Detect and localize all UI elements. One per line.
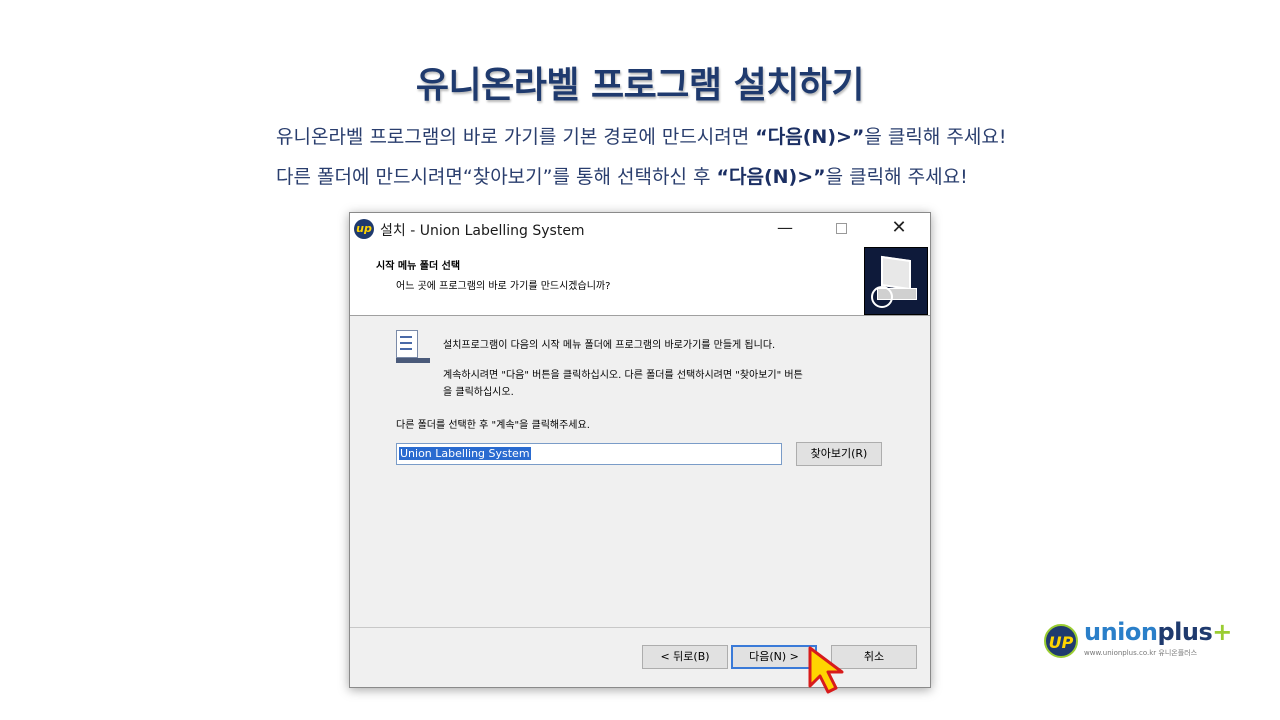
logo-url: www.unionplus.co.kr 유니온플러스 bbox=[1084, 649, 1198, 657]
installer-window: up 설치 - Union Labelling System — ✕ 시작 메뉴… bbox=[349, 212, 931, 688]
info-text-1: 설치프로그램이 다음의 시작 메뉴 폴더에 프로그램의 바로가기를 만들게 됩니… bbox=[443, 340, 776, 351]
company-logo: UP unionplus+ www.unionplus.co.kr 유니온플러스 bbox=[1044, 618, 1234, 668]
instruction-1-emphasis: “다음(N)>” bbox=[755, 126, 865, 148]
setup-computer-icon bbox=[864, 247, 928, 315]
browse-button[interactable]: 찾아보기(R) bbox=[796, 442, 882, 466]
instruction-2-text: 다른 폴더에 만드시려면“찾아보기”를 통해 선택하신 후 bbox=[276, 166, 717, 188]
window-title: 설치 - Union Labelling System bbox=[380, 223, 585, 239]
folder-input-value: Union Labelling System bbox=[399, 447, 531, 460]
maximize-button[interactable] bbox=[818, 213, 864, 245]
instruction-line-1: 유니온라벨 프로그램의 바로 가기를 기본 경로에 만드시려면 “다음(N)>”… bbox=[276, 122, 1006, 149]
logo-word-plus: plus bbox=[1157, 618, 1213, 646]
logo-wordmark: unionplus+ bbox=[1084, 618, 1232, 646]
instruction-1-text: 유니온라벨 프로그램의 바로 가기를 기본 경로에 만드시려면 bbox=[276, 126, 756, 148]
wizard-header: 시작 메뉴 폴더 선택 어느 곳에 프로그램의 바로 가기를 만드시겠습니까? bbox=[350, 245, 930, 316]
maximize-icon bbox=[835, 223, 847, 234]
info-text-3: 을 클릭하십시오. bbox=[443, 387, 514, 398]
info-text-4: 다른 폴더를 선택한 후 "계속"을 클릭해주세요. bbox=[396, 420, 590, 431]
instruction-2-tail: 을 클릭해 주세요! bbox=[825, 166, 968, 188]
info-text-2: 계속하시려면 "다음" 버튼을 클릭하십시오. 다른 폴더를 선택하시려면 "찾… bbox=[443, 370, 803, 381]
wizard-step-subtitle: 어느 곳에 프로그램의 바로 가기를 만드시겠습니까? bbox=[396, 281, 611, 292]
pointer-cursor-icon bbox=[808, 646, 844, 694]
logo-plus-sign: + bbox=[1212, 618, 1232, 646]
instruction-line-2: 다른 폴더에 만드시려면“찾아보기”를 통해 선택하신 후 “다음(N)>”을 … bbox=[276, 162, 968, 189]
instruction-2-emphasis: “다음(N)>” bbox=[716, 166, 826, 188]
wizard-content: 설치프로그램이 다음의 시작 메뉴 폴더에 프로그램의 바로가기를 만들게 됩니… bbox=[350, 316, 930, 626]
start-menu-folder-input[interactable]: Union Labelling System bbox=[396, 443, 782, 465]
wizard-step-title: 시작 메뉴 폴더 선택 bbox=[376, 261, 461, 272]
next-button[interactable]: 다음(N) > bbox=[731, 645, 817, 669]
minimize-button[interactable]: — bbox=[762, 213, 808, 245]
back-button[interactable]: < 뒤로(B) bbox=[642, 645, 728, 669]
slide-title: 유니온라벨 프로그램 설치하기 bbox=[415, 65, 865, 106]
folder-bar-icon bbox=[396, 358, 430, 363]
logo-word-union: union bbox=[1084, 618, 1158, 646]
instruction-1-tail: 을 클릭해 주세요! bbox=[864, 126, 1007, 148]
app-logo-icon: up bbox=[354, 219, 374, 239]
logo-mark-icon: UP bbox=[1044, 624, 1078, 658]
checklist-icon bbox=[396, 330, 418, 358]
close-button[interactable]: ✕ bbox=[876, 213, 922, 245]
window-titlebar[interactable]: up 설치 - Union Labelling System — ✕ bbox=[350, 213, 930, 245]
footer-divider bbox=[350, 627, 930, 628]
